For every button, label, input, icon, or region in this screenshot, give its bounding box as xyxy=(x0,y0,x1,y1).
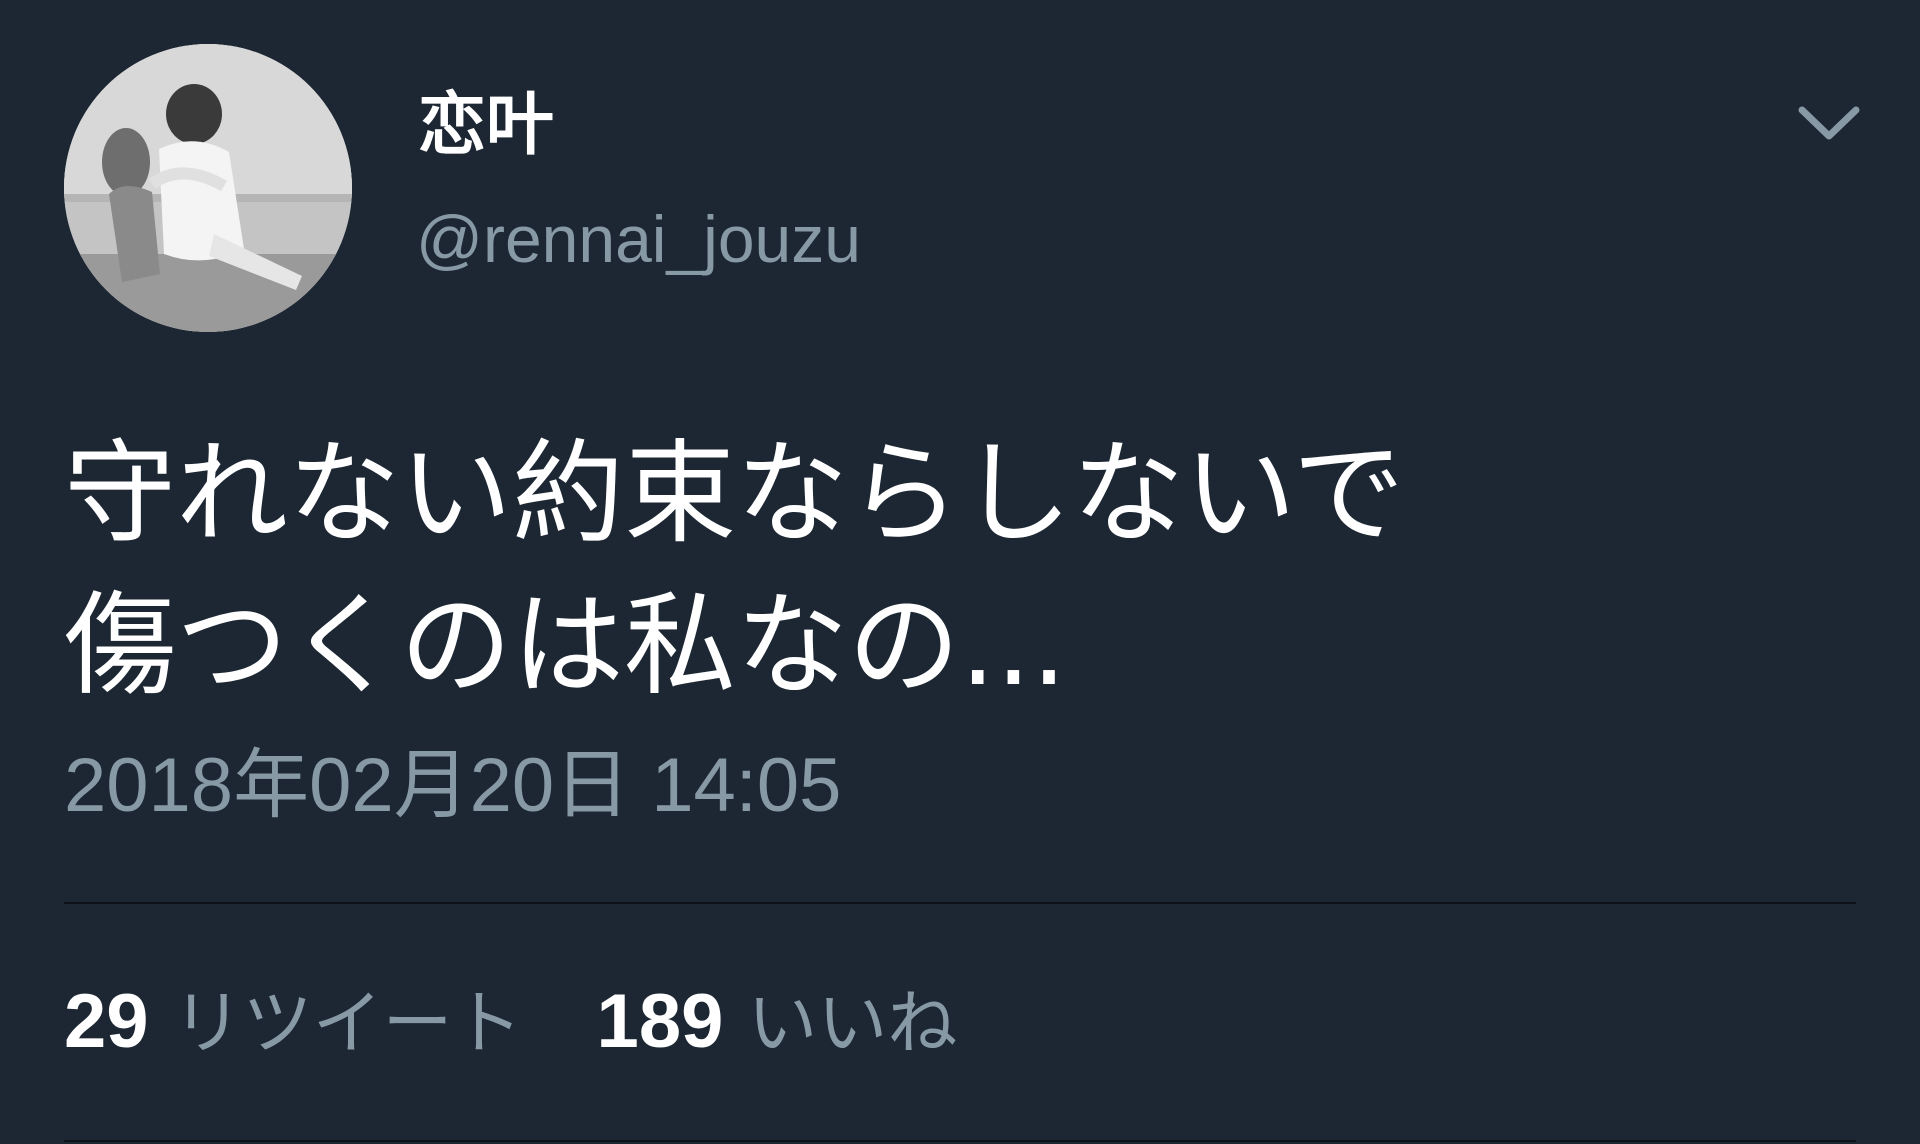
tweet-text-line: 傷つくのは私なの... xyxy=(64,581,1067,711)
display-name[interactable]: 恋叶 xyxy=(418,92,554,160)
like-stat[interactable]: 189 いいね xyxy=(597,984,958,1060)
divider xyxy=(64,1140,1856,1142)
engagement-stats: 29 リツイート 189 いいね xyxy=(64,984,957,1060)
retweet-stat[interactable]: 29 リツイート xyxy=(64,984,523,1060)
chevron-down-icon[interactable] xyxy=(1790,92,1868,152)
like-count: 189 xyxy=(596,979,724,1064)
tweet-card: 恋叶 @rennai_jouzu 守れない約束ならしないで 傷つくのは私なの..… xyxy=(0,0,1920,1144)
avatar[interactable] xyxy=(64,44,352,332)
like-label: いいね xyxy=(747,982,958,1064)
tweet-text: 守れない約束ならしないで 傷つくのは私なの... xyxy=(64,418,1844,722)
retweet-label: リツイート xyxy=(172,982,523,1064)
divider xyxy=(64,902,1856,904)
tweet-text-line: 守れない約束ならしないで xyxy=(64,429,1405,559)
retweet-count: 29 xyxy=(64,979,149,1064)
user-handle[interactable]: @rennai_jouzu xyxy=(416,206,861,272)
tweet-timestamp[interactable]: 2018年02月20日 14:05 xyxy=(64,748,841,824)
avatar-photo xyxy=(64,44,352,332)
